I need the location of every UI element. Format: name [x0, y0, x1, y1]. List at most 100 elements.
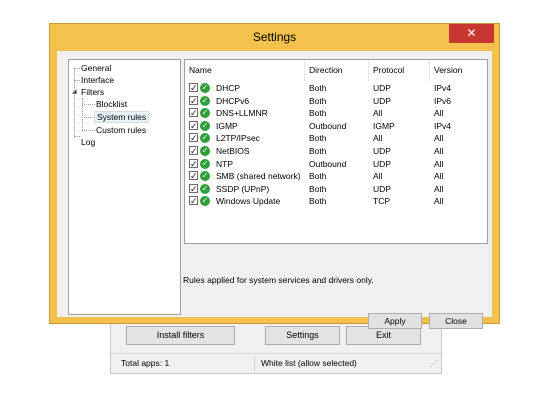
- apply-button[interactable]: Apply: [368, 313, 422, 329]
- cell-name: DNS+LLMNR: [216, 108, 268, 119]
- tree-line: [74, 68, 80, 69]
- tree-item-filters[interactable]: Filters: [81, 87, 104, 97]
- rule-checkbox[interactable]: ✓: [189, 146, 198, 156]
- install-filters-button[interactable]: Install filters: [126, 326, 235, 345]
- tree-item-custom-rules[interactable]: Custom rules: [96, 125, 146, 135]
- rule-checkbox[interactable]: ✓: [189, 133, 198, 143]
- status-ok-icon: ✓: [200, 108, 210, 119]
- table-row[interactable]: ✓ ✓ SMB (shared network) Both All All: [185, 170, 487, 183]
- cell-protocol: UDP: [373, 158, 391, 169]
- expand-arrow-icon[interactable]: ◢: [72, 88, 77, 95]
- status-ok-icon: ✓: [200, 83, 210, 93]
- column-header-direction[interactable]: Direction: [305, 60, 369, 81]
- cell-version: All: [434, 196, 444, 207]
- cell-name: NetBIOS: [216, 146, 250, 156]
- rule-checkbox[interactable]: ✓: [189, 158, 198, 168]
- cell-name: SSDP (UPnP): [216, 183, 270, 194]
- column-header-name[interactable]: Name: [185, 60, 305, 81]
- cell-direction: Both: [309, 171, 327, 182]
- cell-version: All: [434, 158, 444, 169]
- cell-version: All: [434, 133, 444, 144]
- cell-name: DHCP: [216, 83, 241, 93]
- cell-protocol: UDP: [373, 183, 391, 194]
- rule-checkbox[interactable]: ✓: [189, 108, 198, 118]
- table-row[interactable]: ✓ ✓ NetBIOS Both UDP All: [185, 145, 487, 158]
- status-ok-icon: ✓: [200, 196, 210, 207]
- rule-checkbox[interactable]: ✓: [189, 196, 198, 206]
- dialog-title: Settings: [252, 30, 297, 44]
- close-button[interactable]: Close: [429, 313, 483, 329]
- status-ok-icon: ✓: [200, 120, 210, 131]
- cell-protocol: UDP: [373, 146, 391, 156]
- cell-direction: Outbound: [309, 158, 347, 169]
- cell-direction: Both: [309, 146, 327, 156]
- tree-line: [82, 130, 95, 131]
- cell-direction: Both: [309, 95, 327, 106]
- cell-version: All: [434, 108, 444, 119]
- resize-grip-icon[interactable]: ⋰: [430, 358, 439, 370]
- settings-tree[interactable]: General Interface ◢ Filters Blocklist Sy…: [68, 59, 181, 315]
- tree-item-interface[interactable]: Interface: [81, 75, 114, 85]
- tree-line: [82, 98, 83, 130]
- status-ok-icon: ✓: [200, 171, 210, 182]
- cell-protocol: All: [373, 133, 383, 144]
- status-bar: Total apps: 1 White list (allow selected…: [111, 353, 441, 373]
- cell-direction: Both: [309, 196, 327, 207]
- cell-version: IPv4: [434, 120, 452, 131]
- tree-item-log[interactable]: Log: [81, 137, 95, 147]
- status-ok-icon: ✓: [200, 158, 210, 169]
- tree-item-system-rules[interactable]: System rules: [94, 111, 150, 123]
- table-row[interactable]: ✓ ✓ L2TP/IPsec Both All All: [185, 132, 487, 145]
- status-ok-icon: ✓: [200, 146, 210, 156]
- status-total-apps: Total apps: 1: [121, 358, 170, 368]
- table-row[interactable]: ✓ ✓ SSDP (UPnP) Both UDP All: [185, 183, 487, 196]
- rule-checkbox[interactable]: ✓: [189, 83, 198, 93]
- settings-button[interactable]: Settings: [265, 326, 340, 345]
- dialog-client: General Interface ◢ Filters Blocklist Sy…: [57, 51, 492, 329]
- table-row[interactable]: ✓ ✓ IGMP Outbound IGMP IPv4: [185, 120, 487, 133]
- status-ok-icon: ✓: [200, 95, 210, 106]
- cell-name: Windows Update: [216, 196, 281, 207]
- rule-checkbox[interactable]: ✓: [189, 171, 198, 181]
- tree-line: [74, 80, 80, 81]
- status-mode: White list (allow selected): [261, 358, 357, 368]
- cell-version: All: [434, 171, 444, 182]
- status-ok-icon: ✓: [200, 183, 210, 194]
- tree-line: [74, 136, 80, 137]
- cell-version: All: [434, 183, 444, 194]
- cell-name: DHCPv6: [216, 95, 250, 106]
- rule-checkbox[interactable]: ✓: [189, 183, 198, 193]
- tree-item-blocklist[interactable]: Blocklist: [96, 99, 127, 109]
- table-row[interactable]: ✓ ✓ DHCP Both UDP IPv4: [185, 82, 487, 95]
- cell-version: All: [434, 146, 444, 156]
- table-row[interactable]: ✓ ✓ DNS+LLMNR Both All All: [185, 107, 487, 120]
- cell-protocol: All: [373, 171, 383, 182]
- cell-protocol: IGMP: [373, 120, 395, 131]
- cell-direction: Both: [309, 183, 327, 194]
- cell-protocol: All: [373, 108, 383, 119]
- tree-item-general[interactable]: General: [81, 63, 111, 73]
- status-ok-icon: ✓: [200, 133, 210, 144]
- cell-name: NTP: [216, 158, 233, 169]
- cell-protocol: TCP: [373, 196, 390, 207]
- rule-checkbox[interactable]: ✓: [189, 95, 198, 105]
- cell-name: IGMP: [216, 120, 238, 131]
- status-separator: [254, 356, 255, 371]
- title-bar[interactable]: Settings ✕: [50, 24, 499, 51]
- column-header-protocol[interactable]: Protocol: [369, 60, 430, 81]
- rules-note: Rules applied for system services and dr…: [183, 275, 374, 285]
- tree-line: [74, 68, 75, 136]
- cell-name: SMB (shared network): [216, 171, 301, 182]
- rule-checkbox[interactable]: ✓: [189, 120, 198, 130]
- table-row[interactable]: ✓ ✓ NTP Outbound UDP All: [185, 158, 487, 171]
- close-icon[interactable]: ✕: [449, 24, 494, 43]
- column-header-version[interactable]: Version: [430, 60, 487, 81]
- table-row[interactable]: ✓ ✓ DHCPv6 Both UDP IPv6: [185, 95, 487, 108]
- cell-direction: Both: [309, 133, 327, 144]
- rules-list[interactable]: Name Direction Protocol Version ✓ ✓ DHCP Bo…: [184, 59, 488, 244]
- tree-line: [82, 104, 95, 105]
- cell-direction: Both: [309, 108, 327, 119]
- cell-version: IPv6: [434, 95, 452, 106]
- cell-protocol: UDP: [373, 83, 391, 93]
- table-row[interactable]: ✓ ✓ Windows Update Both TCP All: [185, 195, 487, 208]
